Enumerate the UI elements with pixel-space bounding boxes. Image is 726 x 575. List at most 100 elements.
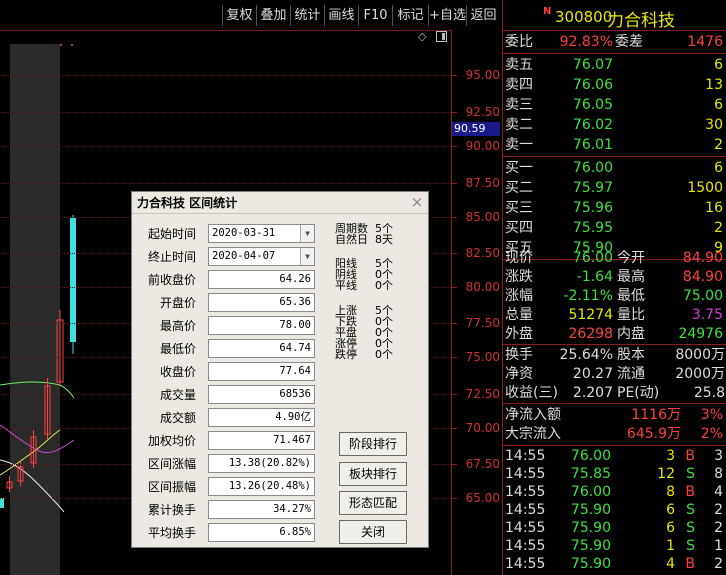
toolbar-button-statistics[interactable]: 统计 xyxy=(290,5,324,26)
tick-price: 75.90 xyxy=(570,538,611,554)
tick-side: B xyxy=(685,556,695,572)
ask-label: 卖五 xyxy=(505,57,533,73)
price-label: 75.00 xyxy=(465,350,500,364)
toolbar-button-f10[interactable]: F10 xyxy=(358,5,392,26)
price-tick xyxy=(452,428,457,429)
stat-row: 现价 76.00 今开 84.90 xyxy=(503,248,726,268)
gridline xyxy=(0,112,451,113)
stat-value: 0个 xyxy=(375,279,393,292)
price-label: 65.00 xyxy=(465,491,500,505)
toolbar-button-restore-rights[interactable]: 复权 xyxy=(222,5,256,26)
fund-label: PE(动) xyxy=(617,385,660,401)
field-label: 加权均价 xyxy=(147,434,196,448)
stat-label: 涨跌 xyxy=(505,269,533,285)
field-value: 64.74 xyxy=(208,339,315,358)
tick-row: 14:55 75.90 1 S 1 xyxy=(503,536,726,556)
tick-price: 75.85 xyxy=(570,466,611,482)
end-time-picker[interactable]: 2020-04-07 ▼ xyxy=(208,247,315,266)
stat-row: 外盘 26298 内盘 24976 xyxy=(503,324,726,344)
start-time-picker[interactable]: 2020-03-31 ▼ xyxy=(208,224,315,243)
field-label: 开盘价 xyxy=(159,296,196,310)
toolbar-button-mark[interactable]: 标记 xyxy=(392,5,428,26)
ask-row: 卖五 76.07 6 xyxy=(503,55,726,75)
stage-ranking-button[interactable]: 阶段排行 xyxy=(339,432,407,456)
field-label: 最高价 xyxy=(159,319,196,333)
ask-row: 卖四 76.06 13 xyxy=(503,75,726,95)
bid-volume: 6 xyxy=(714,160,723,176)
field-value: 65.36 xyxy=(208,293,315,312)
ask-volume: 13 xyxy=(705,77,723,93)
tick-side: S xyxy=(686,502,695,518)
move-stat: 跌停 0个 xyxy=(335,349,393,360)
new-stock-flag: N xyxy=(543,6,552,17)
order-ratio-row: 委比 92.83% 委差 1476 xyxy=(503,32,726,52)
tick-row: 14:55 76.00 8 B 4 xyxy=(503,482,726,502)
field-value: 13.26(20.48%) xyxy=(208,477,315,496)
field-value: 68536 xyxy=(208,385,315,404)
chevron-down-icon[interactable]: ▼ xyxy=(300,248,314,265)
chevron-down-icon[interactable]: ▼ xyxy=(300,225,314,242)
toolbar-button-draw-line[interactable]: 画线 xyxy=(324,5,358,26)
stock-name: 力合科技 xyxy=(607,11,675,31)
price-label: 70.00 xyxy=(465,421,500,435)
tick-row: 14:55 75.90 4 B 2 xyxy=(503,554,726,574)
fund-label: 换手 xyxy=(505,347,533,363)
field-label: 成交额 xyxy=(159,411,196,425)
stat-row: 涨幅 -2.11% 最低 75.00 xyxy=(503,286,726,306)
pattern-match-button[interactable]: 形态匹配 xyxy=(339,491,407,515)
bid-label: 买四 xyxy=(505,220,533,236)
tick-time: 14:55 xyxy=(505,538,546,554)
close-button[interactable]: 关闭 xyxy=(339,520,407,544)
bid-volume: 16 xyxy=(705,200,723,216)
fundamental-row: 净资 20.27 流通 2000万 xyxy=(503,364,726,384)
end-time-value: 2020-04-07 xyxy=(212,250,276,262)
price-tick xyxy=(452,357,457,358)
toolbar-button-add-favorite[interactable]: +自选 xyxy=(428,5,466,26)
fundamental-row: 收益(三) 2.207 PE(动) 25.8 xyxy=(503,383,726,403)
ask-price: 76.02 xyxy=(572,117,613,133)
tick-volume: 1 xyxy=(666,538,675,554)
field-label: 成交量 xyxy=(159,388,196,402)
toolbar-button-overlay[interactable]: 叠加 xyxy=(256,5,290,26)
fund-value: 20.27 xyxy=(572,366,613,382)
tick-time: 14:55 xyxy=(505,448,546,464)
sector-ranking-button[interactable]: 板块排行 xyxy=(339,462,407,486)
field-label: 平均换手 xyxy=(147,526,196,540)
stat-label: 外盘 xyxy=(505,326,533,342)
ratio-value: 92.83% xyxy=(559,34,613,50)
price-tick xyxy=(452,394,457,395)
flow-value: 1116万 xyxy=(631,407,681,423)
stat-label: 总量 xyxy=(505,307,533,323)
ask-price: 76.06 xyxy=(572,77,613,93)
tick-count: 2 xyxy=(714,520,723,536)
range-markers xyxy=(60,44,73,46)
tick-count: 3 xyxy=(714,448,723,464)
flow-percent: 2% xyxy=(700,426,723,442)
dialog-title[interactable]: 力合科技 区间统计 xyxy=(132,192,428,214)
bid-price: 75.97 xyxy=(572,180,613,196)
stat-label: 现价 xyxy=(505,250,533,266)
price-tick xyxy=(452,75,457,76)
stat-value: 51274 xyxy=(568,307,613,323)
price-tick xyxy=(452,464,457,465)
tick-price: 76.00 xyxy=(570,484,611,500)
field-label: 最低价 xyxy=(159,342,196,356)
close-icon[interactable]: × xyxy=(410,194,424,210)
fund-value: 2000万 xyxy=(675,366,725,382)
price-label: 72.50 xyxy=(465,387,500,401)
field-value: 34.27% xyxy=(208,500,315,519)
fund-value: 25.8 xyxy=(693,385,725,401)
field-label: 区间振幅 xyxy=(147,480,196,494)
tick-time: 14:55 xyxy=(505,502,546,518)
toolbar-button-back[interactable]: 返回 xyxy=(466,5,500,26)
ask-label: 卖三 xyxy=(505,97,533,113)
quote-panel: N 300800 力合科技 委比 92.83% 委差 1476 卖五 76.07… xyxy=(502,0,726,575)
tick-count: 8 xyxy=(714,466,723,482)
field-value: 77.64 xyxy=(208,362,315,381)
bid-row: 买四 75.95 2 xyxy=(503,218,726,238)
price-label: 87.50 xyxy=(465,176,500,190)
tick-volume: 6 xyxy=(666,520,675,536)
stat-label: 最低 xyxy=(617,288,645,304)
tick-row: 14:55 76.00 3 B 3 xyxy=(503,446,726,466)
price-tick xyxy=(452,253,457,254)
